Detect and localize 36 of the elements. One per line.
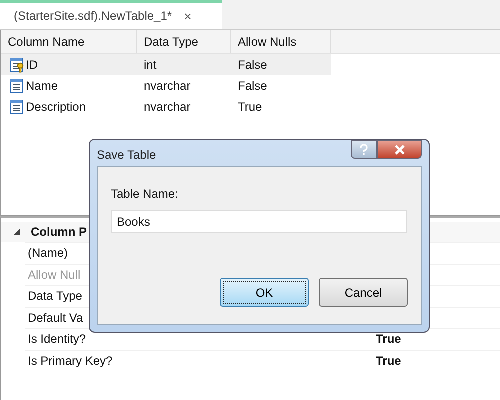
close-icon [394, 144, 406, 154]
property-name: Data Type [27, 289, 82, 304]
column-header[interactable]: Data Type [137, 30, 231, 53]
property-value: True [376, 332, 402, 346]
table-cell-text: False [237, 56, 268, 74]
document-tab[interactable]: (StarterSite.sdf).NewTable_1* × [0, 0, 222, 29]
table-row[interactable]: Description nvarchar True [1, 96, 331, 117]
table-row[interactable]: ID int False [1, 54, 331, 75]
column-header[interactable]: Allow Nulls [231, 30, 331, 53]
collapse-triangle-icon[interactable] [13, 228, 21, 236]
property-value: True [376, 354, 402, 368]
table-cell: ID [26, 58, 38, 72]
property-name: (Name) [27, 246, 68, 260]
field-label: Table Name: [111, 187, 180, 201]
table-cell: Description [26, 100, 86, 114]
property-name: Default Va [27, 310, 84, 325]
table-cell-text: nvarchar [143, 78, 192, 94]
table-cell-text: False [237, 78, 268, 94]
property-name: Is Primary Key? [27, 354, 113, 368]
help-button[interactable] [351, 140, 377, 159]
dialog-button[interactable]: OK [220, 278, 309, 307]
table-name-field[interactable]: Books [111, 210, 407, 233]
table-cell-text: True [237, 98, 264, 116]
close-button[interactable] [377, 140, 422, 159]
dialog-title: Save Table [97, 148, 156, 162]
table-row[interactable]: Name nvarchar False [1, 75, 331, 96]
property-category: Column P [31, 225, 87, 239]
table-cell-text: int [143, 56, 158, 74]
table-cell: Name [26, 78, 58, 92]
close-tab-button[interactable]: × [184, 8, 192, 24]
question-icon [359, 144, 369, 156]
table-cell-text: nvarchar [143, 98, 192, 116]
property-name: Allow Null [27, 268, 81, 282]
property-name: Is Identity? [27, 332, 86, 346]
dialog-button[interactable]: Cancel [319, 278, 408, 307]
column-header[interactable]: Column Name [1, 30, 137, 53]
